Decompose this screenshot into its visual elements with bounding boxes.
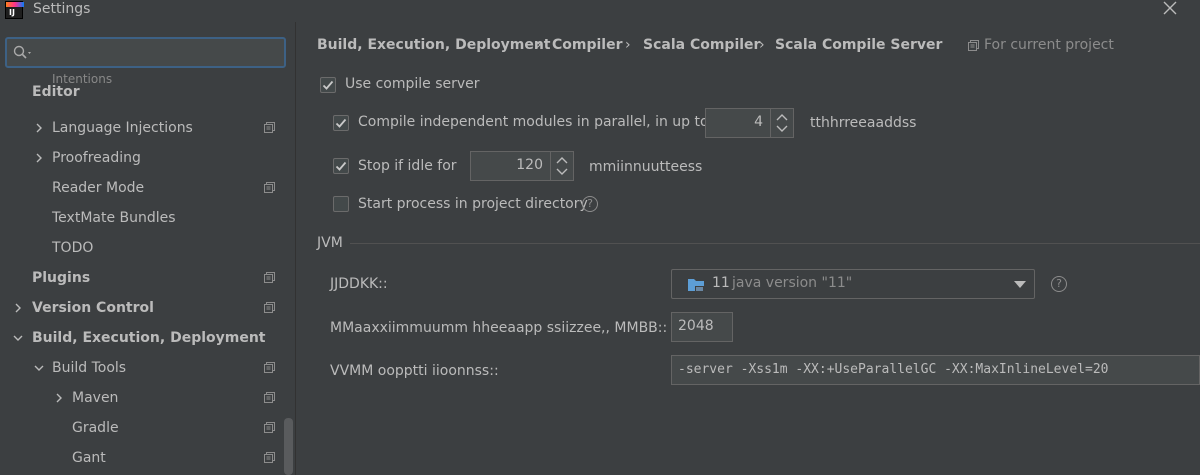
tree-item-language-injections[interactable]: Language Injections [0,113,284,143]
spinner-arrows-icon[interactable] [770,109,793,137]
stop-if-idle-label: Stop if idle for [358,158,457,174]
tree-item-version-control[interactable]: Version Control [0,293,284,323]
max-heap-label: MMaaxxiimmuumm hheeaapp ssiizzee,, MMBB:… [330,320,668,336]
breadcrumb-item-current: Scala Compile Server [775,37,943,53]
project-scope-icon [264,302,275,313]
compile-parallel-checkbox[interactable] [333,115,349,131]
search-icon [13,45,31,59]
tree-item-plugins[interactable]: Plugins [0,263,284,293]
sidebar-scrollbar[interactable] [284,418,293,475]
section-divider [350,243,1200,244]
title-bar: IJ Settings [0,0,1200,22]
start-in-project-dir-checkbox[interactable] [333,196,349,212]
tree-item-textmate-bundles[interactable]: TextMate Bundles [0,203,284,233]
help-icon[interactable]: ? [582,196,598,212]
breadcrumb-item[interactable]: Scala Compiler [643,37,760,53]
breadcrumb-separator: › [536,37,542,53]
intellij-logo-icon: IJ [5,1,24,19]
checkmark-icon [322,80,334,90]
chevron-down-icon[interactable] [12,332,24,344]
jdk-label: JJDDKK:: [330,276,388,292]
tree-item-proofreading[interactable]: Proofreading [0,143,284,173]
chevron-right-icon[interactable] [33,122,45,134]
breadcrumb-separator: › [759,37,765,53]
tree-item-build-tools[interactable]: Build Tools [0,353,284,383]
settings-search-input[interactable] [5,37,286,68]
jvm-section-title: JVM [317,235,343,251]
tree-item-gradle[interactable]: Gradle [0,413,284,443]
project-scope-icon [968,40,979,51]
tree-item-gant[interactable]: Gant [0,443,284,473]
start-in-project-dir-label: Start process in project directory [358,196,588,212]
idle-minutes-spinner[interactable]: 120 [470,151,574,181]
project-scope-icon [264,182,275,193]
threads-value: 4 [754,114,763,130]
threads-spinner[interactable]: 4 [705,108,794,138]
tree-item-reader-mode[interactable]: Reader Mode [0,173,284,203]
settings-sidebar: Intentions Editor Language Injections Pr… [0,22,296,475]
idle-minutes-value: 120 [516,157,543,173]
project-scope-icon [264,122,275,133]
close-icon[interactable] [1162,0,1178,16]
scope-label: For current project [984,37,1114,53]
tree-item-build-execution-deployment[interactable]: Build, Execution, Deployment [0,323,284,353]
dropdown-arrow-icon[interactable] [1014,281,1026,288]
chevron-right-icon[interactable] [33,152,45,164]
project-scope-icon [264,362,275,373]
threads-unit-label: tthhrreeaaddss [810,115,917,131]
jdk-version: java version "11" [732,275,853,291]
tree-item-todo[interactable]: TODO [0,233,284,263]
checkmark-icon [335,161,347,171]
vm-options-label: VVMM oopptti iioonnss:: [330,363,499,379]
breadcrumb-separator: › [625,37,631,53]
folder-icon [688,279,704,292]
breadcrumb-item[interactable]: Build, Execution, Deployment [317,37,551,53]
use-compile-server-checkbox[interactable] [320,77,336,93]
breadcrumb-item[interactable]: Compiler [552,37,623,53]
chevron-down-icon[interactable] [33,362,45,374]
jdk-number: 11 [712,275,730,291]
max-heap-input[interactable]: 2048 [671,312,733,342]
spinner-arrows-icon[interactable] [550,152,573,180]
tree-item-editor[interactable]: Editor [0,77,284,107]
project-scope-icon [264,452,275,463]
vm-options-input[interactable]: -server -Xss1m -XX:+UseParallelGC -XX:Ma… [671,355,1200,385]
compile-parallel-label: Compile independent modules in parallel,… [358,114,709,130]
chevron-right-icon[interactable] [53,392,65,404]
help-icon[interactable]: ? [1051,276,1067,292]
settings-content: Build, Execution, Deployment › Compiler … [296,22,1200,475]
project-scope-icon [264,422,275,433]
project-scope-icon [264,392,275,403]
jdk-select[interactable]: 11 java version "11" [671,269,1035,299]
stop-if-idle-checkbox[interactable] [333,158,349,174]
tree-item-maven[interactable]: Maven [0,383,284,413]
project-scope-icon [264,272,275,283]
use-compile-server-label: Use compile server [345,76,480,92]
checkmark-icon [335,118,347,128]
window-title: Settings [33,1,91,17]
idle-minutes-unit-label: mmiinnuutteess [589,159,703,175]
chevron-right-icon[interactable] [12,302,24,314]
